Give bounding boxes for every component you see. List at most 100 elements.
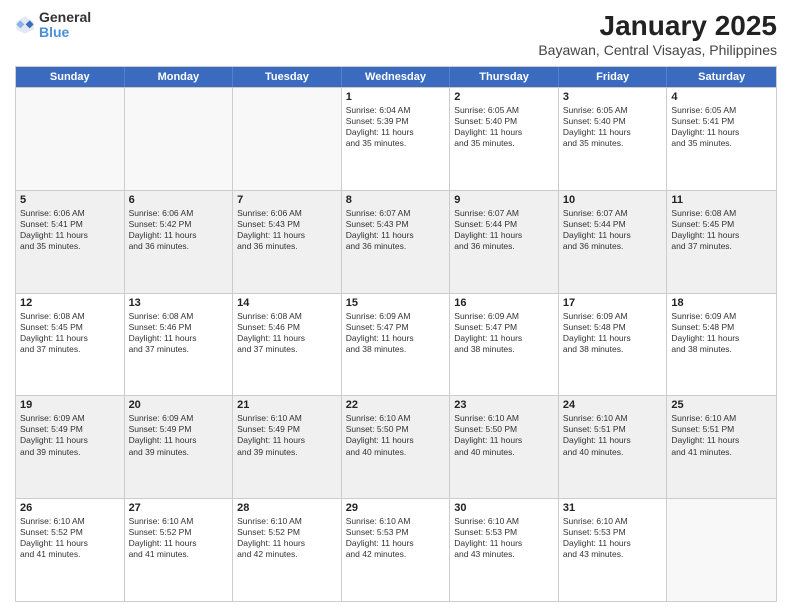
day-number: 19 [20, 399, 120, 411]
cell-info-line: Sunrise: 6:10 AM [237, 413, 337, 424]
cell-info-line: Sunrise: 6:10 AM [671, 413, 772, 424]
cell-info-line: and 37 minutes. [671, 241, 772, 252]
weekday-header-friday: Friday [559, 67, 668, 87]
cell-info-line: and 36 minutes. [346, 241, 446, 252]
cal-cell-4: 4Sunrise: 6:05 AMSunset: 5:41 PMDaylight… [667, 88, 776, 190]
cell-info-line: Daylight: 11 hours [237, 538, 337, 549]
cal-cell-2: 2Sunrise: 6:05 AMSunset: 5:40 PMDaylight… [450, 88, 559, 190]
cell-info-line: Sunset: 5:50 PM [346, 424, 446, 435]
cell-info-line: Sunset: 5:46 PM [129, 322, 229, 333]
cell-info-line: Sunset: 5:40 PM [454, 116, 554, 127]
day-number: 7 [237, 194, 337, 206]
cal-cell-15: 15Sunrise: 6:09 AMSunset: 5:47 PMDayligh… [342, 294, 451, 396]
cal-cell-14: 14Sunrise: 6:08 AMSunset: 5:46 PMDayligh… [233, 294, 342, 396]
cell-info-line: Daylight: 11 hours [563, 435, 663, 446]
day-number: 30 [454, 502, 554, 514]
cal-cell-27: 27Sunrise: 6:10 AMSunset: 5:52 PMDayligh… [125, 499, 234, 601]
cell-info-line: Daylight: 11 hours [671, 435, 772, 446]
cell-info-line: Sunset: 5:46 PM [237, 322, 337, 333]
cell-info-line: Sunrise: 6:06 AM [129, 208, 229, 219]
cell-info-line: Sunset: 5:49 PM [237, 424, 337, 435]
cell-info-line: Sunset: 5:44 PM [454, 219, 554, 230]
cell-info-line: Sunrise: 6:07 AM [454, 208, 554, 219]
cell-info-line: Daylight: 11 hours [129, 230, 229, 241]
day-number: 3 [563, 91, 663, 103]
cal-cell-21: 21Sunrise: 6:10 AMSunset: 5:49 PMDayligh… [233, 396, 342, 498]
weekday-header-monday: Monday [125, 67, 234, 87]
cell-info-line: Daylight: 11 hours [454, 538, 554, 549]
cell-info-line: and 35 minutes. [671, 138, 772, 149]
cal-cell-empty-4-6 [667, 499, 776, 601]
cal-cell-13: 13Sunrise: 6:08 AMSunset: 5:46 PMDayligh… [125, 294, 234, 396]
cell-info-line: Sunset: 5:49 PM [20, 424, 120, 435]
cell-info-line: Sunrise: 6:08 AM [129, 311, 229, 322]
day-number: 11 [671, 194, 772, 206]
day-number: 17 [563, 297, 663, 309]
cell-info-line: Sunrise: 6:10 AM [563, 516, 663, 527]
cell-info-line: Sunset: 5:50 PM [454, 424, 554, 435]
cell-info-line: Sunset: 5:49 PM [129, 424, 229, 435]
cell-info-line: Sunrise: 6:05 AM [454, 105, 554, 116]
cell-info-line: Daylight: 11 hours [237, 333, 337, 344]
logo: General Blue [15, 10, 91, 41]
cell-info-line: Daylight: 11 hours [346, 333, 446, 344]
cell-info-line: and 40 minutes. [563, 447, 663, 458]
cell-info-line: Daylight: 11 hours [671, 333, 772, 344]
logo-general: General [39, 10, 91, 25]
cell-info-line: and 40 minutes. [454, 447, 554, 458]
cal-cell-empty-0-2 [233, 88, 342, 190]
cell-info-line: and 41 minutes. [129, 549, 229, 560]
day-number: 24 [563, 399, 663, 411]
cal-cell-18: 18Sunrise: 6:09 AMSunset: 5:48 PMDayligh… [667, 294, 776, 396]
cell-info-line: and 39 minutes. [129, 447, 229, 458]
day-number: 22 [346, 399, 446, 411]
cell-info-line: and 41 minutes. [671, 447, 772, 458]
cell-info-line: Sunset: 5:44 PM [563, 219, 663, 230]
cell-info-line: Sunrise: 6:10 AM [237, 516, 337, 527]
day-number: 31 [563, 502, 663, 514]
cal-cell-8: 8Sunrise: 6:07 AMSunset: 5:43 PMDaylight… [342, 191, 451, 293]
cell-info-line: Sunrise: 6:08 AM [671, 208, 772, 219]
cell-info-line: Sunset: 5:52 PM [20, 527, 120, 538]
cal-cell-29: 29Sunrise: 6:10 AMSunset: 5:53 PMDayligh… [342, 499, 451, 601]
cell-info-line: Daylight: 11 hours [671, 127, 772, 138]
cell-info-line: and 38 minutes. [563, 344, 663, 355]
subtitle: Bayawan, Central Visayas, Philippines [538, 42, 777, 58]
logo-text: General Blue [39, 10, 91, 41]
cell-info-line: and 43 minutes. [563, 549, 663, 560]
title-block: January 2025 Bayawan, Central Visayas, P… [538, 10, 777, 58]
day-number: 15 [346, 297, 446, 309]
cell-info-line: and 43 minutes. [454, 549, 554, 560]
weekday-header-saturday: Saturday [667, 67, 776, 87]
cell-info-line: and 35 minutes. [20, 241, 120, 252]
cal-cell-25: 25Sunrise: 6:10 AMSunset: 5:51 PMDayligh… [667, 396, 776, 498]
cell-info-line: and 41 minutes. [20, 549, 120, 560]
cell-info-line: Sunset: 5:41 PM [20, 219, 120, 230]
cell-info-line: and 35 minutes. [346, 138, 446, 149]
cal-cell-11: 11Sunrise: 6:08 AMSunset: 5:45 PMDayligh… [667, 191, 776, 293]
day-number: 28 [237, 502, 337, 514]
cell-info-line: Sunrise: 6:04 AM [346, 105, 446, 116]
cell-info-line: Sunset: 5:40 PM [563, 116, 663, 127]
cell-info-line: and 37 minutes. [20, 344, 120, 355]
cell-info-line: Daylight: 11 hours [20, 435, 120, 446]
cell-info-line: and 35 minutes. [563, 138, 663, 149]
cell-info-line: Sunrise: 6:06 AM [20, 208, 120, 219]
cell-info-line: Daylight: 11 hours [454, 127, 554, 138]
cal-cell-24: 24Sunrise: 6:10 AMSunset: 5:51 PMDayligh… [559, 396, 668, 498]
cell-info-line: Sunrise: 6:09 AM [129, 413, 229, 424]
cell-info-line: Sunrise: 6:10 AM [563, 413, 663, 424]
cell-info-line: Sunrise: 6:09 AM [454, 311, 554, 322]
calendar: SundayMondayTuesdayWednesdayThursdayFrid… [15, 66, 777, 602]
cell-info-line: Sunset: 5:41 PM [671, 116, 772, 127]
cell-info-line: Sunrise: 6:05 AM [671, 105, 772, 116]
cell-info-line: Daylight: 11 hours [346, 127, 446, 138]
cell-info-line: Daylight: 11 hours [454, 435, 554, 446]
cell-info-line: Sunset: 5:52 PM [129, 527, 229, 538]
cell-info-line: and 42 minutes. [237, 549, 337, 560]
day-number: 26 [20, 502, 120, 514]
cell-info-line: Sunset: 5:53 PM [346, 527, 446, 538]
weekday-header-thursday: Thursday [450, 67, 559, 87]
cell-info-line: and 37 minutes. [129, 344, 229, 355]
cal-cell-17: 17Sunrise: 6:09 AMSunset: 5:48 PMDayligh… [559, 294, 668, 396]
